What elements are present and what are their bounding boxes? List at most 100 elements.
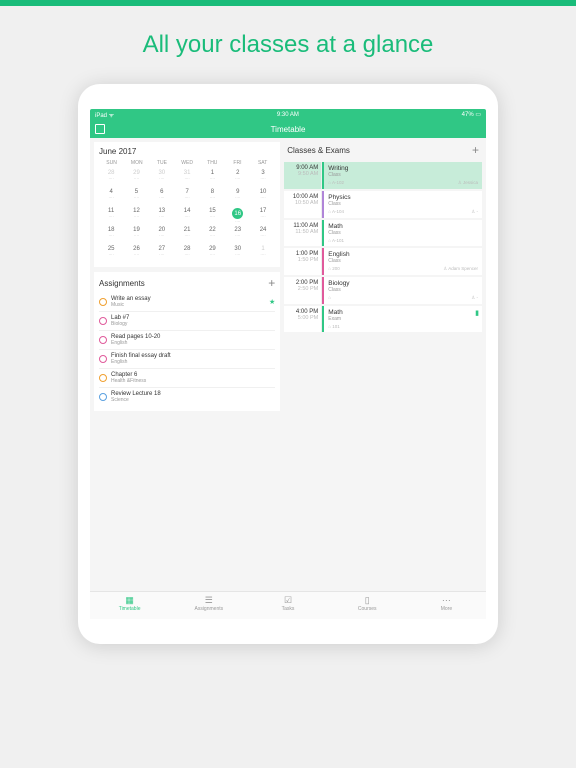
calendar-day[interactable]: 1···· bbox=[251, 244, 275, 262]
class-time: 10:00 AM10:50 AM bbox=[284, 191, 322, 218]
calendar-day[interactable]: 30···· bbox=[150, 168, 174, 186]
assignment-item[interactable]: Lab #7Biology bbox=[99, 311, 275, 330]
tab-tasks[interactable]: ☑Tasks bbox=[248, 595, 327, 616]
dayname: MON bbox=[124, 160, 149, 166]
tab-assignments[interactable]: ☰Assignments bbox=[169, 595, 248, 616]
class-time: 11:00 AM11:50 AM bbox=[284, 220, 322, 246]
calendar-day[interactable]: 6···· bbox=[150, 187, 174, 205]
status-circle-icon bbox=[99, 317, 107, 325]
class-item[interactable]: 2:00 PM2:50 PMBiologyClass⌂ ♙ - bbox=[284, 277, 482, 304]
class-name: Math bbox=[328, 309, 478, 316]
class-name: Physics bbox=[328, 194, 478, 201]
assignment-item[interactable]: Write an essayMusic★ bbox=[99, 293, 275, 311]
dayname: THU bbox=[200, 160, 225, 166]
calendar-day[interactable]: 14···· bbox=[175, 206, 199, 224]
class-type: Class bbox=[328, 201, 478, 207]
calendar-day[interactable]: 20···· bbox=[150, 225, 174, 243]
calendar-day[interactable]: 25···· bbox=[99, 244, 123, 262]
calendar-day[interactable]: 7···· bbox=[175, 187, 199, 205]
calendar-day[interactable]: 21···· bbox=[175, 225, 199, 243]
headline: All your classes at a glance bbox=[0, 6, 576, 84]
assignments-icon: ☰ bbox=[169, 595, 248, 605]
calendar-day[interactable]: 18···· bbox=[99, 225, 123, 243]
tab-timetable[interactable]: ▦Timetable bbox=[90, 595, 169, 616]
tab-courses[interactable]: ▯Courses bbox=[328, 595, 407, 616]
dayname: TUE bbox=[149, 160, 174, 166]
assignment-subject: Biology bbox=[111, 321, 275, 327]
assignment-item[interactable]: Review Lecture 18Science bbox=[99, 387, 275, 406]
calendar-day[interactable]: 24···· bbox=[251, 225, 275, 243]
class-body: EnglishClass⌂ 200♙ Adam Spencer bbox=[322, 248, 482, 275]
calendar-day[interactable]: 9···· bbox=[226, 187, 250, 205]
calendar-day[interactable]: 12···· bbox=[124, 206, 148, 224]
content: June 2017 SUNMONTUEWEDTHUFRISAT 28····29… bbox=[90, 138, 486, 591]
status-circle-icon bbox=[99, 374, 107, 382]
assignment-subject: Health &Fitness bbox=[111, 378, 275, 384]
class-item[interactable]: 9:00 AM9:50 AMWritingClass⌂ A-102♙ Jessi… bbox=[284, 162, 482, 189]
calendar-day[interactable]: 17···· bbox=[251, 206, 275, 224]
add-assignment-button[interactable]: + bbox=[268, 277, 275, 289]
calendar-day[interactable]: 5···· bbox=[124, 187, 148, 205]
calendar-day[interactable]: 11···· bbox=[99, 206, 123, 224]
left-column: June 2017 SUNMONTUEWEDTHUFRISAT 28····29… bbox=[94, 142, 280, 587]
class-body: MathClass⌂ A-101 bbox=[322, 220, 482, 246]
calendar-day[interactable]: 1···· bbox=[200, 168, 224, 186]
class-body: WritingClass⌂ A-102♙ Jessica bbox=[322, 162, 482, 189]
calendar-day[interactable]: 4···· bbox=[99, 187, 123, 205]
courses-icon: ▯ bbox=[328, 595, 407, 605]
calendar-day[interactable]: 19···· bbox=[124, 225, 148, 243]
class-room: ⌂ 101 bbox=[328, 324, 339, 329]
calendar-day[interactable]: 8···· bbox=[200, 187, 224, 205]
calendar-day[interactable]: 31···· bbox=[175, 168, 199, 186]
calendar-day[interactable]: 16···· bbox=[226, 206, 250, 224]
calendar-day[interactable]: 3···· bbox=[251, 168, 275, 186]
classes-title: Classes & Exams bbox=[287, 146, 350, 155]
assignment-item[interactable]: Read pages 10-20English bbox=[99, 330, 275, 349]
class-item[interactable]: 4:00 PM5:00 PMMathExam⌂ 101▮ bbox=[284, 306, 482, 332]
calendar-day[interactable]: 2···· bbox=[226, 168, 250, 186]
calendar-day[interactable]: 27···· bbox=[150, 244, 174, 262]
tab-label: Courses bbox=[328, 606, 407, 612]
tasks-icon: ☑ bbox=[248, 595, 327, 605]
right-column: Classes & Exams + 9:00 AM9:50 AMWritingC… bbox=[284, 142, 482, 587]
calendar-day[interactable]: 23···· bbox=[226, 225, 250, 243]
assignments-panel: Assignments + Write an essayMusic★Lab #7… bbox=[94, 272, 280, 411]
class-body: MathExam⌂ 101▮ bbox=[322, 306, 482, 332]
calendar-day[interactable]: 13···· bbox=[150, 206, 174, 224]
calendar-day[interactable]: 22···· bbox=[200, 225, 224, 243]
calendar-day[interactable]: 26···· bbox=[124, 244, 148, 262]
class-item[interactable]: 1:00 PM1:50 PMEnglishClass⌂ 200♙ Adam Sp… bbox=[284, 248, 482, 275]
class-name: Biology bbox=[328, 280, 478, 287]
assignment-item[interactable]: Chapter 6Health &Fitness bbox=[99, 368, 275, 387]
tab-more[interactable]: ⋯More bbox=[407, 595, 486, 616]
calendar-day[interactable]: 29···· bbox=[124, 168, 148, 186]
calendar-day[interactable]: 30···· bbox=[226, 244, 250, 262]
tablet-frame: iPad ᯤ 9:30 AM 47% ▭ Timetable June 2017… bbox=[78, 84, 498, 644]
class-room: ⌂ A-101 bbox=[328, 238, 344, 243]
calendar-day[interactable]: 28···· bbox=[99, 168, 123, 186]
tab-label: Assignments bbox=[169, 606, 248, 612]
class-type: Class bbox=[328, 287, 478, 293]
status-circle-icon bbox=[99, 336, 107, 344]
class-teacher: ♙ Jessica bbox=[458, 180, 478, 186]
assignment-item[interactable]: Finish final essay draftEnglish bbox=[99, 349, 275, 368]
class-item[interactable]: 10:00 AM10:50 AMPhysicsClass⌂ A-104♙ - bbox=[284, 191, 482, 218]
assignments-list: Write an essayMusic★Lab #7BiologyRead pa… bbox=[99, 293, 275, 406]
class-body: BiologyClass⌂ ♙ - bbox=[322, 277, 482, 304]
grid-icon[interactable] bbox=[95, 124, 105, 134]
dayname: FRI bbox=[225, 160, 250, 166]
add-class-button[interactable]: + bbox=[472, 144, 479, 156]
calendar-day[interactable]: 29···· bbox=[200, 244, 224, 262]
calendar-day[interactable]: 28···· bbox=[175, 244, 199, 262]
calendar-day[interactable]: 10···· bbox=[251, 187, 275, 205]
class-item[interactable]: 11:00 AM11:50 AMMathClass⌂ A-101 bbox=[284, 220, 482, 246]
calendar-grid: 28····29····30····31····1····2····3····4… bbox=[99, 168, 275, 262]
calendar-panel: June 2017 SUNMONTUEWEDTHUFRISAT 28····29… bbox=[94, 142, 280, 267]
screen: iPad ᯤ 9:30 AM 47% ▭ Timetable June 2017… bbox=[90, 109, 486, 619]
tab-label: Tasks bbox=[248, 606, 327, 612]
classes-list: 9:00 AM9:50 AMWritingClass⌂ A-102♙ Jessi… bbox=[284, 162, 482, 332]
nav-bar: Timetable bbox=[90, 120, 486, 138]
calendar-day[interactable]: 15···· bbox=[200, 206, 224, 224]
bookmark-icon: ▮ bbox=[475, 309, 479, 317]
class-type: Class bbox=[328, 230, 478, 236]
